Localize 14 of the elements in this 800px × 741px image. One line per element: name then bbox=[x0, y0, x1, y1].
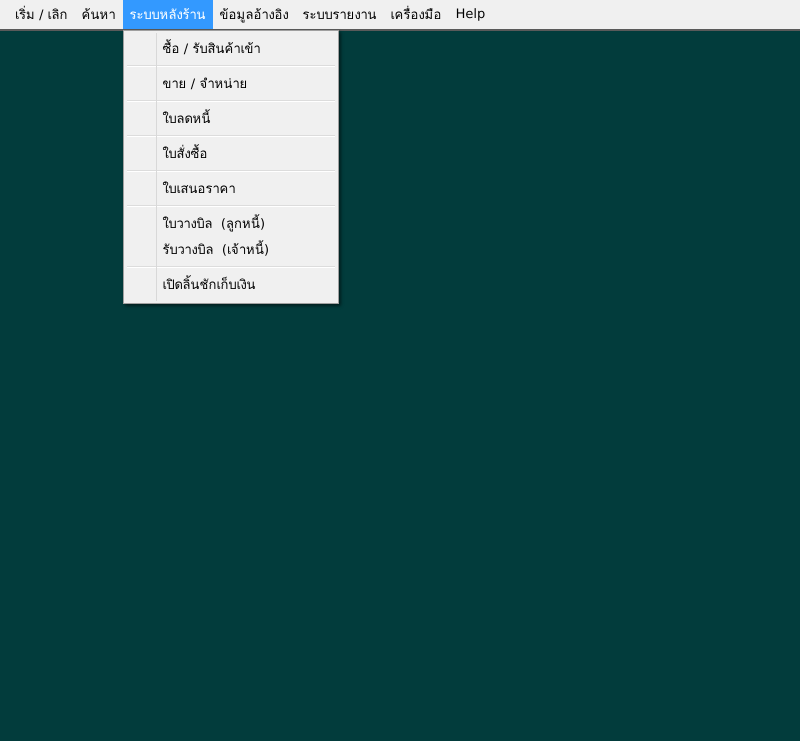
menu-option[interactable]: ใบสั่งซื้อ bbox=[126, 140, 335, 166]
menu-option[interactable]: ใบวางบิล (ลูกหนี้) bbox=[126, 210, 335, 236]
menu-option[interactable]: ใบเสนอราคา bbox=[126, 175, 335, 201]
menu-item[interactable]: ข้อมูลอ้างอิง bbox=[212, 0, 296, 29]
menu-option[interactable]: เปิดลิ้นชักเก็บเงิน bbox=[126, 271, 335, 297]
menu-option[interactable]: ใบลดหนี้ bbox=[126, 105, 335, 131]
menu-item[interactable]: ระบบรายงาน bbox=[296, 0, 384, 29]
menu-option[interactable]: รับวางบิล (เจ้าหนี้) bbox=[126, 236, 335, 262]
menu-item[interactable]: ค้นหา bbox=[74, 0, 123, 29]
menu-item[interactable]: Help bbox=[448, 0, 492, 29]
menu-option[interactable]: ขาย / จำหน่าย bbox=[126, 70, 335, 96]
menu-item[interactable]: เครื่องมือ bbox=[384, 0, 449, 29]
menu-item[interactable]: เริ่ม / เลิก bbox=[8, 0, 75, 29]
menu-option[interactable]: ซื้อ / รับสินค้าเข้า bbox=[126, 35, 335, 61]
